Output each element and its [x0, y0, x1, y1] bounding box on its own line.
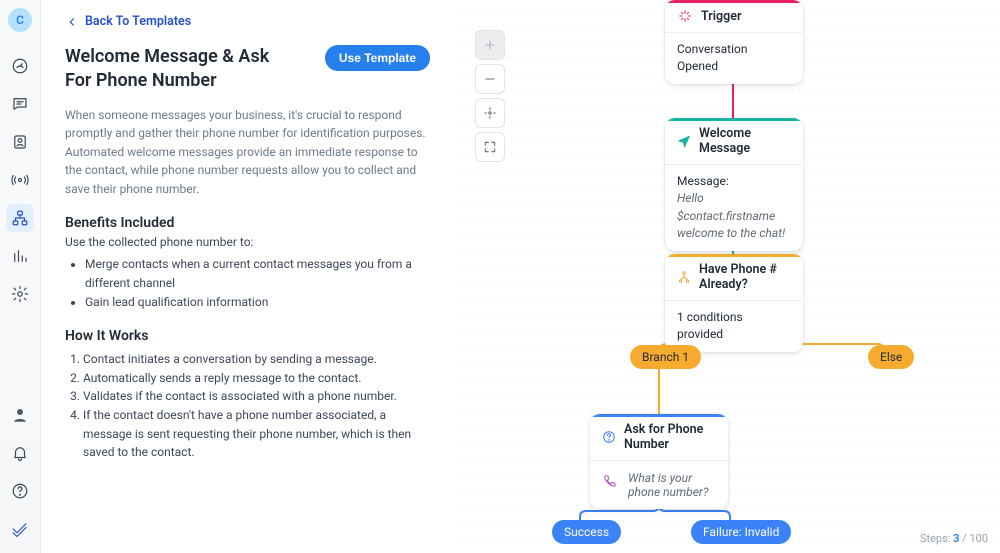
- question-icon: [602, 429, 616, 445]
- nav-profile[interactable]: [6, 401, 34, 429]
- trigger-title: Trigger: [701, 9, 741, 24]
- template-title: Welcome Message & Ask For Phone Number: [65, 45, 300, 94]
- use-template-button[interactable]: Use Template: [325, 45, 430, 71]
- how-it-works-heading: How It Works: [65, 328, 430, 344]
- ask-phone-node[interactable]: Ask for Phone Number What is your phone …: [590, 414, 728, 509]
- trigger-node[interactable]: Trigger Conversation Opened: [665, 0, 803, 84]
- success-chip[interactable]: Success: [552, 520, 621, 544]
- steps-counter: Steps: 3 / 100: [920, 532, 988, 545]
- phone-icon: [602, 473, 618, 489]
- ask-title: Ask for Phone Number: [624, 422, 716, 452]
- how-step: Contact initiates a conversation by send…: [83, 350, 430, 369]
- trigger-body: Conversation Opened: [665, 33, 803, 84]
- else-chip[interactable]: Else: [868, 345, 914, 369]
- ask-body-text: What is your phone number?: [628, 471, 716, 499]
- template-description: When someone messages your business, it'…: [65, 106, 430, 199]
- nav-settings[interactable]: [6, 280, 34, 308]
- workspace-avatar[interactable]: C: [8, 8, 32, 32]
- nav-reports[interactable]: [6, 242, 34, 270]
- nav-brand-logo: [6, 515, 34, 543]
- fullscreen-button[interactable]: [475, 132, 505, 162]
- nav-contacts[interactable]: [6, 128, 34, 156]
- welcome-title: Welcome Message: [699, 126, 791, 156]
- benefits-lead: Use the collected phone number to:: [65, 235, 430, 249]
- nav-broadcast[interactable]: [6, 166, 34, 194]
- nav-help[interactable]: [6, 477, 34, 505]
- nav-notifications[interactable]: [6, 439, 34, 467]
- benefit-item: Gain lead qualification information: [85, 293, 430, 312]
- branch-1-chip[interactable]: Branch 1: [630, 345, 701, 369]
- how-step: Validates if the contact is associated w…: [83, 387, 430, 406]
- welcome-msg-label: Message:: [677, 173, 791, 190]
- benefits-heading: Benefits Included: [65, 215, 430, 231]
- how-step: Automatically sends a reply message to t…: [83, 369, 430, 388]
- send-icon: [677, 133, 691, 149]
- canvas-toolbar: [475, 30, 503, 162]
- nav-workflows[interactable]: [6, 204, 34, 232]
- workflow-canvas[interactable]: Trigger Conversation Opened Welcome Mess…: [450, 0, 1000, 553]
- nav-messages[interactable]: [6, 90, 34, 118]
- welcome-message-node[interactable]: Welcome Message Message: Hello $contact.…: [665, 118, 803, 251]
- branch-icon: [677, 269, 691, 285]
- spark-icon: [677, 8, 693, 24]
- welcome-msg-body: Hello $contact.firstname welcome to the …: [677, 190, 791, 242]
- template-details-panel: Back To Templates Welcome Message & Ask …: [41, 0, 450, 553]
- how-step: If the contact doesn't have a phone numb…: [83, 406, 430, 462]
- sidebar-rail: C: [0, 0, 41, 553]
- zoom-in-button: [475, 30, 505, 60]
- back-label: Back To Templates: [85, 14, 191, 29]
- benefit-item: Merge contacts when a current contact me…: [85, 255, 430, 293]
- nav-dashboard[interactable]: [6, 52, 34, 80]
- center-button[interactable]: [475, 98, 505, 128]
- back-to-templates-link[interactable]: Back To Templates: [65, 14, 430, 29]
- condition-title: Have Phone # Already?: [699, 262, 791, 292]
- condition-node[interactable]: Have Phone # Already? 1 conditions provi…: [665, 254, 803, 352]
- zoom-out-button[interactable]: [475, 64, 505, 94]
- failure-chip[interactable]: Failure: Invalid: [691, 520, 791, 544]
- chevron-left-icon: [65, 15, 79, 29]
